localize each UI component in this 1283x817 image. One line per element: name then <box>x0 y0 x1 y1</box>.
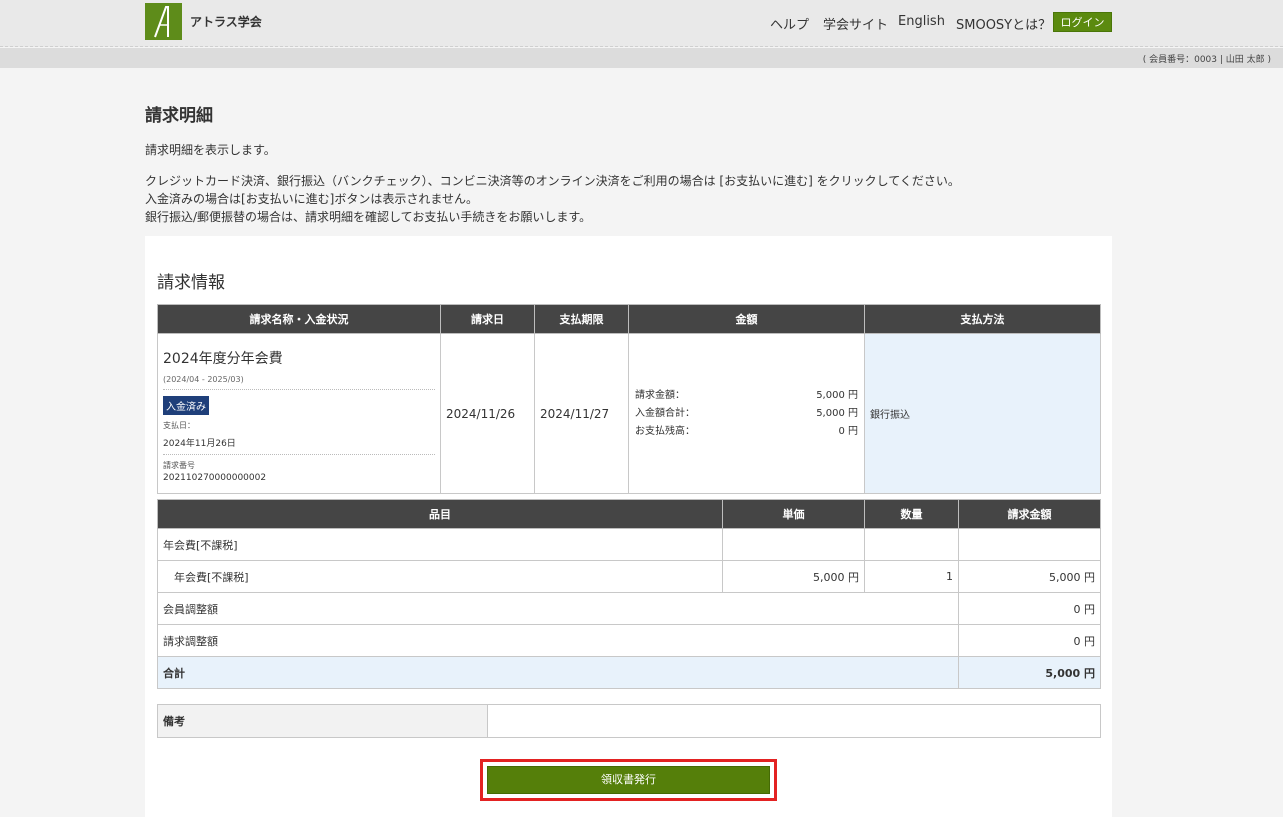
header-billing-date: 請求日 <box>440 304 535 334</box>
due-date: 2024/11/27 <box>534 333 629 494</box>
header-billed-amount: 請求金額 <box>958 499 1101 529</box>
amount-cell: 請求金額： 5,000 円 入金額合計： 5,000 円 お支払残高： 0 円 <box>628 333 865 494</box>
header-payment-method: 支払方法 <box>864 304 1101 334</box>
invoice-number-label: 請求番号 <box>163 461 195 470</box>
item-unit-price: 5,000 円 <box>722 560 865 593</box>
member-bar: ( 会員番号：0003 | 山田 太郎 ) <box>0 48 1283 68</box>
amount-row-billed: 請求金額： 5,000 円 <box>635 387 858 405</box>
amount-value: 5,000 円 <box>816 407 858 419</box>
login-button[interactable]: ログイン <box>1053 12 1112 32</box>
amount-label: お支払残高： <box>635 425 695 437</box>
table-row: 年会費[不課税] <box>157 528 1101 561</box>
nav-english[interactable]: English <box>898 14 945 29</box>
description-line-2: クレジットカード決済、銀行振込（バンクチェック）、コンビニ決済等のオンライン決済… <box>145 174 960 188</box>
amount-value: 0 円 <box>838 425 858 437</box>
page-title: 請求明細 <box>145 106 213 126</box>
paid-date: 2024年11月26日 <box>163 436 435 455</box>
member-adjust-value: 0 円 <box>958 592 1101 625</box>
item-quantity: 1 <box>864 560 959 593</box>
nav-about-smoosy[interactable]: SMOOSYとは？ <box>956 14 1051 33</box>
amount-row-balance: お支払残高： 0 円 <box>635 423 858 441</box>
description-line-1: 請求明細を表示します。 <box>145 143 276 157</box>
site-name[interactable]: アトラス学会 <box>190 13 262 30</box>
amount-label: 請求金額： <box>635 389 685 401</box>
issue-receipt-button[interactable]: 領収書発行 <box>487 766 770 794</box>
remarks-table: 備考 <box>157 704 1101 738</box>
remarks-label: 備考 <box>157 704 488 738</box>
table-header-row: 請求名称・入金状況 請求日 支払期限 金額 支払方法 <box>157 304 1101 334</box>
top-header: アトラス学会 ヘルプ 学会サイト English SMOOSYとは？ ログイン <box>0 0 1283 47</box>
header-unit-price: 単価 <box>722 499 865 529</box>
table-row: 会員調整額 0 円 <box>157 592 1101 625</box>
item-group: 年会費[不課税] <box>157 528 723 561</box>
invoice-name: 2024年度分年会費 <box>163 351 283 367</box>
item-amount: 5,000 円 <box>958 560 1101 593</box>
remarks-value <box>487 704 1101 738</box>
section-title: 請求情報 <box>157 273 225 293</box>
amount-row-paid: 入金額合計： 5,000 円 <box>635 405 858 423</box>
empty-cell <box>958 528 1101 561</box>
billing-date: 2024/11/26 <box>440 333 535 494</box>
table-row: 備考 <box>157 704 1101 738</box>
nav-society-site[interactable]: 学会サイト <box>823 14 888 33</box>
invoice-adjust-value: 0 円 <box>958 624 1101 657</box>
table-row: 年会費[不課税] 5,000 円 1 5,000 円 <box>157 560 1101 593</box>
header-name-status: 請求名称・入金状況 <box>157 304 441 334</box>
amount-label: 入金額合計： <box>635 407 695 419</box>
header-item: 品目 <box>157 499 723 529</box>
nav-help[interactable]: ヘルプ <box>770 14 809 33</box>
description-line-3: 入金済みの場合は[お支払いに進む]ボタンは表示されません。 <box>145 192 479 206</box>
total-row: 合計 5,000 円 <box>157 656 1101 689</box>
empty-cell <box>722 528 865 561</box>
total-value: 5,000 円 <box>958 656 1101 689</box>
payment-method: 銀行振込 <box>864 333 1101 494</box>
status-badge: 入金済み <box>163 396 209 415</box>
items-table: 品目 単価 数量 請求金額 年会費[不課税] 年会費[不課税] 5,000 円 … <box>157 499 1101 689</box>
invoice-adjust-label: 請求調整額 <box>157 624 959 657</box>
paid-date-label: 支払日： <box>163 421 195 430</box>
invoice-period: (2024/04 - 2025/03) <box>163 375 435 390</box>
logo-a-icon <box>154 6 169 38</box>
description-line-4: 銀行振込/郵便振替の場合は、請求明細を確認してお支払い手続きをお願いします。 <box>145 210 592 224</box>
header-due-date: 支払期限 <box>534 304 629 334</box>
item-name: 年会費[不課税] <box>157 560 723 593</box>
name-status-cell: 2024年度分年会費 (2024/04 - 2025/03) 入金済み 支払日：… <box>157 333 441 494</box>
table-header-row: 品目 単価 数量 請求金額 <box>157 499 1101 529</box>
header-amount: 金額 <box>628 304 865 334</box>
empty-cell <box>864 528 959 561</box>
invoice-summary-table: 請求名称・入金状況 請求日 支払期限 金額 支払方法 2024年度分年会費 (2… <box>157 304 1101 494</box>
table-row: 請求調整額 0 円 <box>157 624 1101 657</box>
site-logo[interactable] <box>145 3 182 40</box>
member-adjust-label: 会員調整額 <box>157 592 959 625</box>
total-label: 合計 <box>157 656 959 689</box>
header-quantity: 数量 <box>864 499 959 529</box>
member-info: ( 会員番号：0003 | 山田 太郎 ) <box>1142 55 1271 65</box>
amount-value: 5,000 円 <box>816 389 858 401</box>
table-row: 2024年度分年会費 (2024/04 - 2025/03) 入金済み 支払日：… <box>157 333 1101 494</box>
invoice-number: 202110270000000002 <box>163 473 267 483</box>
